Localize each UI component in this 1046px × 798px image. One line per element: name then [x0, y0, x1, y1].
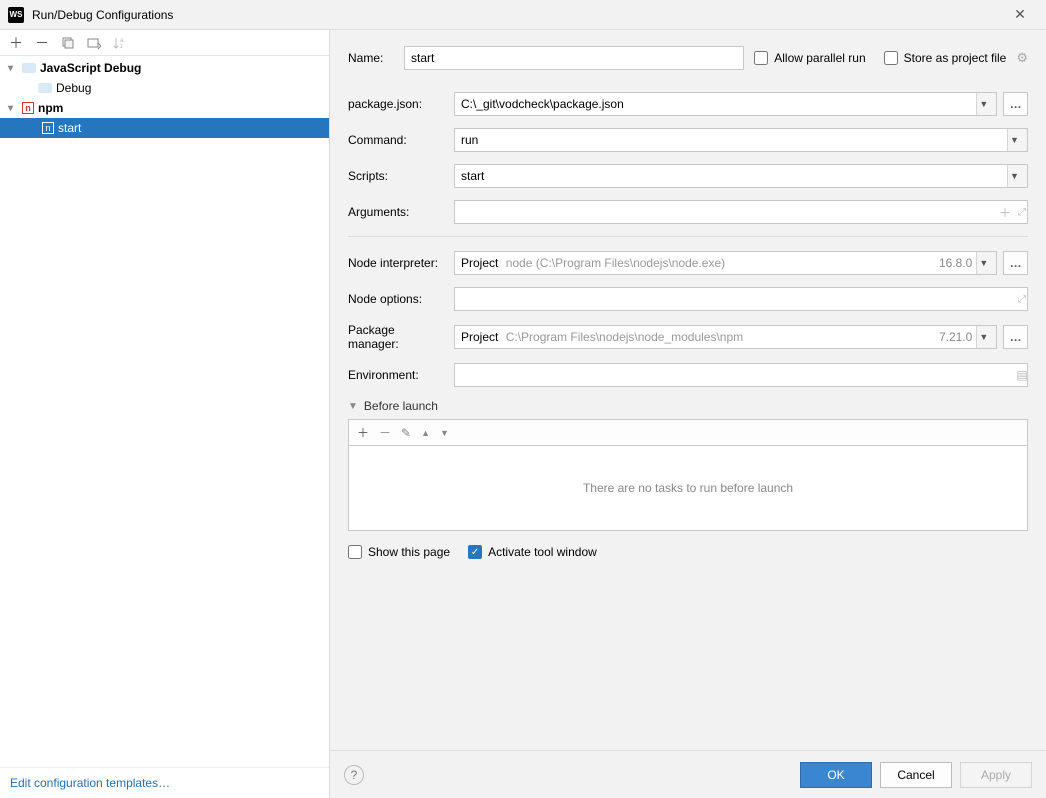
scripts-select[interactable]: start ▼: [454, 164, 1028, 188]
environment-input[interactable]: ▤: [454, 363, 1028, 387]
before-launch-empty: There are no tasks to run before launch: [583, 481, 793, 495]
javascript-debug-icon: [38, 83, 52, 93]
pm-path: C:\Program Files\nodejs\node_modules\npm: [506, 330, 743, 344]
command-label: Command:: [348, 133, 454, 147]
activate-tool-label: Activate tool window: [488, 545, 597, 559]
environment-text[interactable]: [461, 364, 1013, 386]
tree-group-javascript-debug[interactable]: ▾ JavaScript Debug: [0, 58, 329, 78]
caret-down-icon: ▾: [8, 103, 18, 114]
package-manager-label: Package manager:: [348, 323, 454, 351]
arguments-text[interactable]: [461, 201, 997, 223]
expand-icon[interactable]: ⤢: [1013, 207, 1031, 218]
interpreter-path: node (C:\Program Files\nodejs\node.exe): [506, 256, 725, 270]
scripts-value: start: [461, 169, 1007, 183]
show-page-label: Show this page: [368, 545, 450, 559]
arguments-label: Arguments:: [348, 205, 454, 219]
svg-text:z: z: [120, 44, 123, 50]
arguments-input[interactable]: ＋ ⤢: [454, 200, 1028, 224]
move-up-button[interactable]: ▲: [421, 428, 430, 438]
move-down-button[interactable]: ▼: [440, 428, 449, 438]
node-options-label: Node options:: [348, 292, 454, 306]
config-tree[interactable]: ▾ JavaScript Debug Debug ▾ n npm n start: [0, 56, 329, 767]
before-launch-title: Before launch: [364, 399, 438, 413]
browse-interpreter-button[interactable]: …: [1003, 251, 1028, 275]
environment-label: Environment:: [348, 368, 454, 382]
pm-prefix: Project: [461, 330, 498, 344]
before-launch-header[interactable]: ▼ Before launch: [348, 399, 1028, 413]
caret-down-icon: ▾: [8, 63, 18, 74]
pm-version: 7.21.0: [939, 330, 972, 344]
interpreter-prefix: Project: [461, 256, 498, 270]
edit-task-button[interactable]: ✎: [401, 426, 411, 440]
chevron-down-icon[interactable]: ▼: [976, 93, 996, 115]
allow-parallel-label: Allow parallel run: [774, 51, 865, 65]
window-title: Run/Debug Configurations: [32, 8, 1002, 22]
add-macro-icon[interactable]: ＋: [997, 204, 1013, 221]
config-editor: Name: Allow parallel run Store as projec…: [330, 30, 1046, 798]
separator: [348, 236, 1028, 237]
browse-pm-button[interactable]: …: [1003, 325, 1028, 349]
node-options-input[interactable]: ⤢: [454, 287, 1028, 311]
copy-config-button[interactable]: [60, 35, 76, 51]
name-label: Name:: [348, 51, 404, 65]
title-bar: WS Run/Debug Configurations ✕: [0, 0, 1046, 30]
edit-templates-link[interactable]: Edit configuration templates…: [0, 768, 329, 798]
chevron-down-icon[interactable]: ▼: [976, 326, 996, 348]
javascript-debug-icon: [22, 63, 36, 73]
tree-label: Debug: [56, 81, 91, 95]
store-as-file-checkbox[interactable]: Store as project file ⚙: [884, 50, 1028, 66]
node-options-text[interactable]: [461, 288, 1013, 310]
scripts-label: Scripts:: [348, 169, 454, 183]
package-manager-select[interactable]: Project C:\Program Files\nodejs\node_mod…: [454, 325, 997, 349]
app-icon: WS: [8, 7, 24, 23]
expand-icon[interactable]: ⤢: [1013, 294, 1031, 305]
tree-group-npm[interactable]: ▾ n npm: [0, 98, 329, 118]
ok-button[interactable]: OK: [800, 762, 872, 788]
node-interpreter-select[interactable]: Project node (C:\Program Files\nodejs\no…: [454, 251, 997, 275]
tree-item-debug[interactable]: Debug: [0, 78, 329, 98]
help-button[interactable]: ?: [344, 765, 364, 785]
config-toolbar: ＋ － az: [0, 30, 329, 56]
add-config-button[interactable]: ＋: [8, 35, 24, 51]
activate-tool-window-checkbox[interactable]: ✓ Activate tool window: [468, 545, 597, 559]
chevron-down-icon[interactable]: ▼: [1007, 165, 1027, 187]
browse-package-json-button[interactable]: …: [1003, 92, 1028, 116]
tree-item-start[interactable]: n start: [0, 118, 329, 138]
add-task-button[interactable]: ＋: [357, 424, 369, 441]
tree-label: start: [58, 121, 81, 135]
store-as-file-label: Store as project file: [904, 51, 1007, 65]
remove-task-button[interactable]: －: [379, 424, 391, 441]
name-input[interactable]: [404, 46, 744, 70]
chevron-down-icon[interactable]: ▼: [1007, 129, 1027, 151]
before-launch-list: There are no tasks to run before launch: [348, 445, 1028, 531]
apply-button[interactable]: Apply: [960, 762, 1032, 788]
show-this-page-checkbox[interactable]: Show this page: [348, 545, 450, 559]
list-icon[interactable]: ▤: [1013, 368, 1031, 382]
configurations-panel: ＋ － az ▾ JavaScript Debug Debug: [0, 30, 330, 798]
dialog-footer: ? OK Cancel Apply: [330, 750, 1046, 798]
tree-label: npm: [38, 101, 63, 115]
allow-parallel-checkbox[interactable]: Allow parallel run: [754, 51, 865, 65]
caret-down-icon: ▼: [348, 401, 358, 412]
npm-icon: n: [22, 102, 34, 114]
close-icon[interactable]: ✕: [1002, 6, 1038, 23]
sort-config-button[interactable]: az: [112, 35, 128, 51]
remove-config-button[interactable]: －: [34, 35, 50, 51]
tree-label: JavaScript Debug: [40, 61, 141, 75]
npm-icon: n: [42, 122, 54, 134]
command-select[interactable]: run ▼: [454, 128, 1028, 152]
before-launch-toolbar: ＋ － ✎ ▲ ▼: [348, 419, 1028, 445]
chevron-down-icon[interactable]: ▼: [976, 252, 996, 274]
command-value: run: [461, 133, 1007, 147]
cancel-button[interactable]: Cancel: [880, 762, 952, 788]
save-config-button[interactable]: [86, 35, 102, 51]
package-json-select[interactable]: C:\_git\vodcheck\package.json ▼: [454, 92, 997, 116]
checked-icon: ✓: [468, 545, 482, 559]
node-interpreter-label: Node interpreter:: [348, 256, 454, 270]
interpreter-version: 16.8.0: [939, 256, 972, 270]
gear-icon[interactable]: ⚙: [1016, 50, 1028, 66]
package-json-label: package.json:: [348, 97, 454, 111]
package-json-value: C:\_git\vodcheck\package.json: [461, 97, 976, 111]
